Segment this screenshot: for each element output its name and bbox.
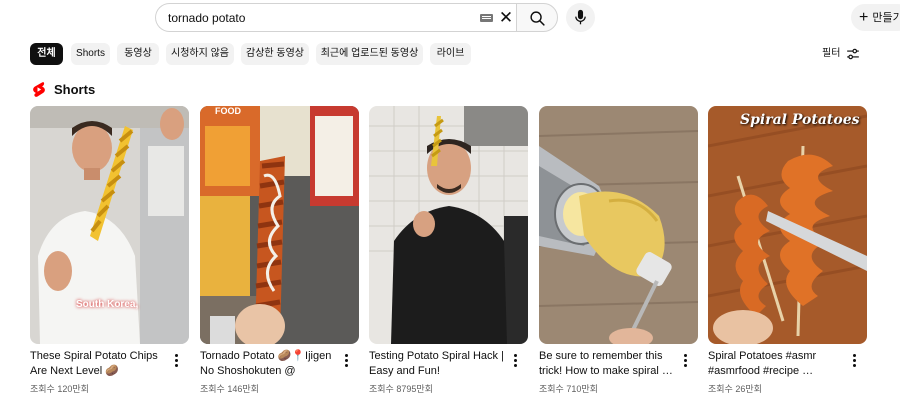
filter-button[interactable]: 필터 — [822, 44, 859, 64]
chip-videos[interactable]: 동영상 — [117, 43, 159, 65]
create-button[interactable]: + 만들기 — [851, 4, 900, 31]
thumbnail-image — [369, 106, 528, 344]
short-card[interactable]: FOOD Tornado Potato 🥔📍Ijigen No Shoshoku… — [200, 106, 359, 394]
keyboard-icon[interactable] — [480, 14, 493, 22]
thumbnail-caption: FOOD — [215, 106, 241, 116]
thumbnail-image — [539, 106, 698, 344]
close-icon[interactable]: ✕ — [497, 8, 515, 28]
short-views: 조회수 120만회 — [30, 384, 89, 394]
chip-shorts[interactable]: Shorts — [71, 43, 110, 65]
short-thumbnail[interactable] — [539, 106, 698, 344]
short-card[interactable]: Testing Potato Spiral Hack | Easy and Fu… — [369, 106, 528, 394]
short-title[interactable]: Spiral Potatoes #asmr #asmrfood #recipe … — [708, 349, 843, 379]
microphone-icon — [575, 9, 586, 25]
chip-live[interactable]: 라이브 — [430, 43, 471, 65]
plus-icon: + — [859, 9, 869, 26]
short-views: 조회수 146만회 — [200, 384, 259, 394]
search-input[interactable] — [168, 4, 468, 31]
short-card[interactable]: South Korea, These Spiral Potato Chips A… — [30, 106, 189, 394]
sliders-icon — [847, 48, 859, 60]
search-box[interactable]: ✕ — [155, 3, 516, 32]
short-thumbnail[interactable]: Spiral Potatoes — [708, 106, 867, 344]
short-card[interactable]: Spiral Potatoes Spiral Potatoes #asmr #a… — [708, 106, 867, 394]
top-bar: ✕ +만들기 — [0, 0, 900, 36]
chip-unwatched[interactable]: 시청하지 않음 — [166, 43, 234, 65]
more-options-icon[interactable] — [679, 353, 691, 369]
short-views: 조회수 710만회 — [539, 384, 598, 394]
more-options-icon[interactable] — [848, 353, 860, 369]
short-card[interactable]: Be sure to remember this trick! How to m… — [539, 106, 698, 394]
chip-all[interactable]: 전체 — [30, 43, 63, 65]
short-thumbnail[interactable] — [369, 106, 528, 344]
short-views: 조회수 8795만회 — [369, 384, 433, 394]
short-title[interactable]: Tornado Potato 🥔📍Ijigen No Shoshokuten @… — [200, 349, 335, 379]
more-options-icon[interactable] — [170, 353, 182, 369]
more-options-icon[interactable] — [509, 353, 521, 369]
chip-recently-uploaded[interactable]: 최근에 업로드된 동영상 — [316, 43, 423, 65]
search-icon — [530, 11, 545, 26]
thumbnail-image — [708, 106, 867, 344]
voice-search-button[interactable] — [566, 3, 595, 32]
filter-label: 필터 — [822, 48, 841, 59]
shorts-logo-icon — [33, 82, 45, 97]
short-title[interactable]: These Spiral Potato Chips Are Next Level… — [30, 349, 165, 379]
thumbnail-caption: Spiral Potatoes — [740, 112, 860, 128]
short-thumbnail[interactable]: South Korea, — [30, 106, 189, 344]
thumbnail-image — [200, 106, 359, 344]
chip-watched[interactable]: 감상한 동영상 — [241, 43, 309, 65]
short-title[interactable]: Be sure to remember this trick! How to m… — [539, 349, 674, 379]
shorts-title: Shorts — [54, 82, 96, 97]
thumbnail-caption: South Korea, — [76, 299, 139, 310]
search-button[interactable] — [516, 3, 558, 32]
create-label: 만들기 — [872, 12, 900, 24]
short-title[interactable]: Testing Potato Spiral Hack | Easy and Fu… — [369, 349, 504, 379]
short-thumbnail[interactable]: FOOD — [200, 106, 359, 344]
short-views: 조회수 26만회 — [708, 384, 762, 394]
more-options-icon[interactable] — [340, 353, 352, 369]
